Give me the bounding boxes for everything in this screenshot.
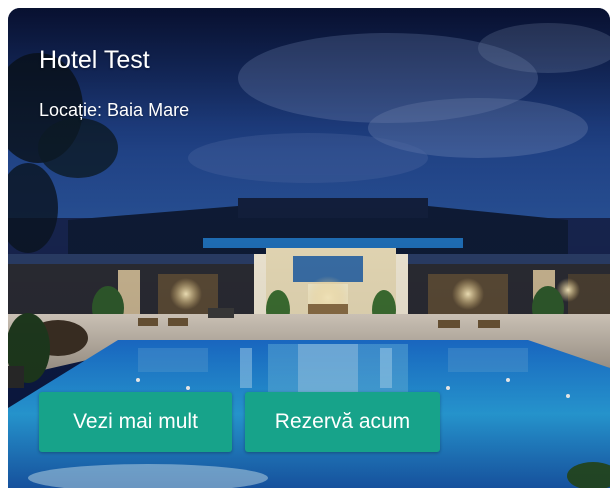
- hotel-card: Hotel Test Locație: Baia Mare Vezi mai m…: [8, 8, 610, 488]
- view-more-button[interactable]: Vezi mai mult: [39, 392, 232, 452]
- hotel-name: Hotel Test: [39, 46, 150, 74]
- hotel-location: Locație: Baia Mare: [39, 100, 190, 120]
- book-now-button[interactable]: Rezervă acum: [245, 392, 440, 452]
